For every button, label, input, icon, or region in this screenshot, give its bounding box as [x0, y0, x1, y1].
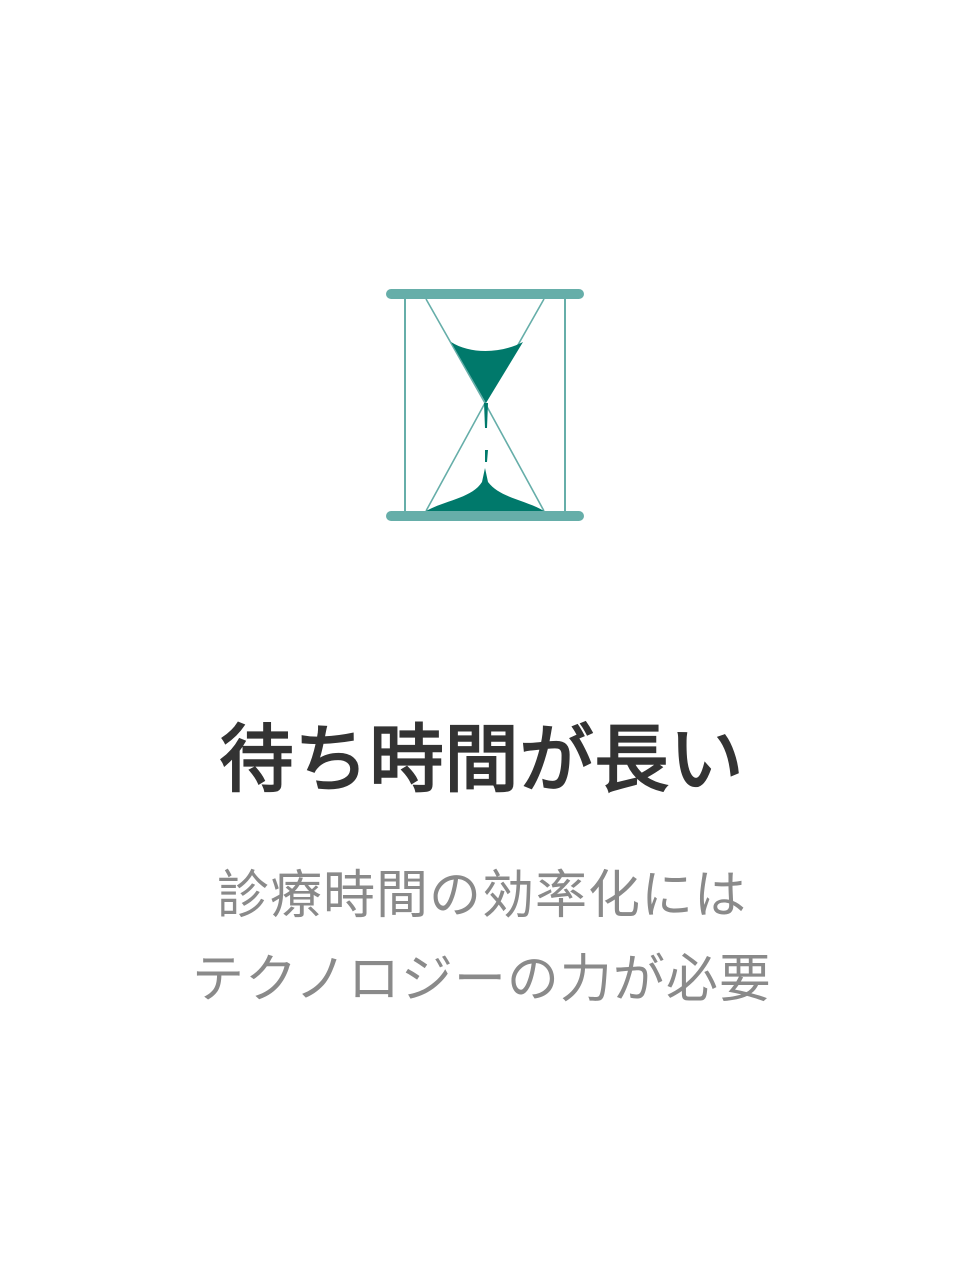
- hourglass-falling-sand-drop: [485, 450, 488, 462]
- page-title: 待ち時間が長い: [219, 717, 745, 803]
- hourglass-bottom-sand: [426, 468, 544, 511]
- hourglass-bottom-cap: [386, 511, 584, 521]
- description-text: 診療時間の効率化には テクノロジーの力が必要: [0, 854, 964, 1022]
- onboarding-screen: 待ち時間が長い 診療時間の効率化には テクノロジーの力が必要: [0, 0, 964, 1280]
- description-line-2: テクノロジーの力が必要: [192, 950, 772, 1010]
- hourglass-falling-sand: [484, 403, 488, 428]
- hourglass-top-cap: [386, 289, 584, 299]
- description-line-1: 診療時間の効率化には: [216, 866, 747, 926]
- hourglass-top-sand: [451, 342, 523, 403]
- hourglass-icon: [386, 289, 584, 521]
